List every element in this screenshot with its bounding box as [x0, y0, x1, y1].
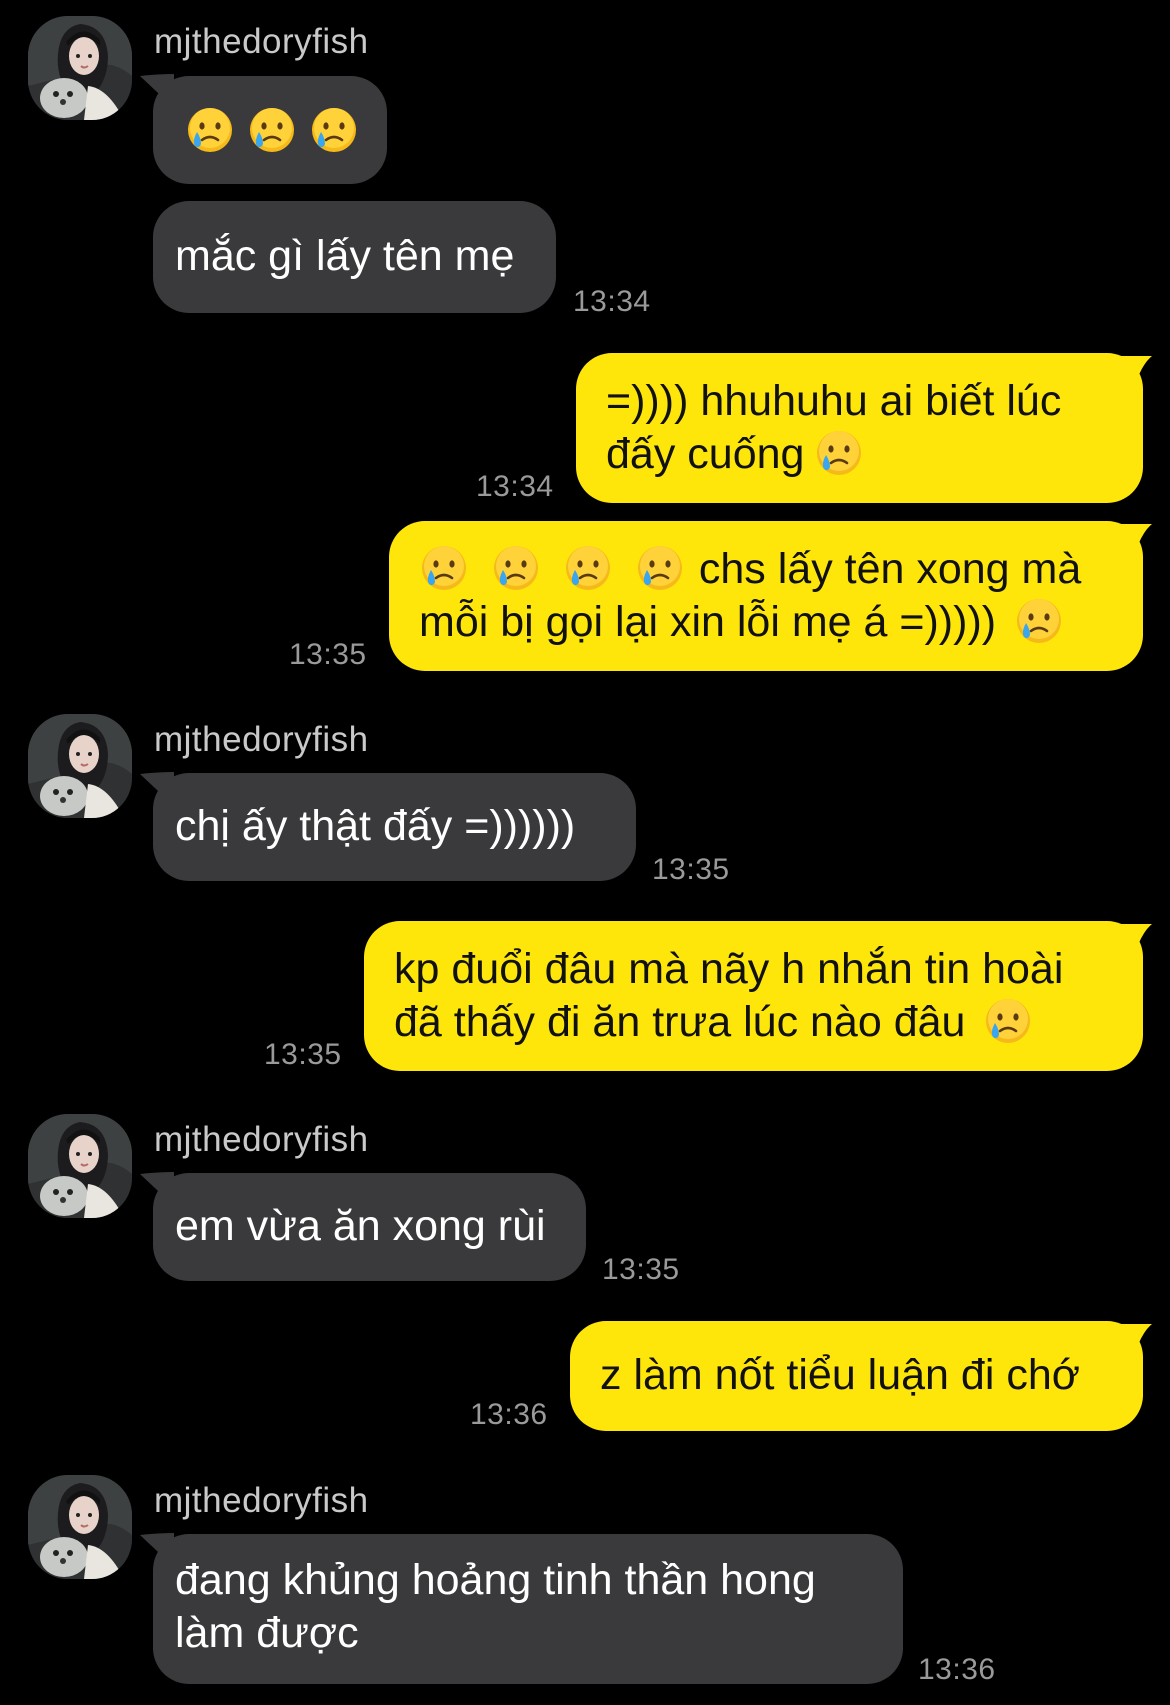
- message-bubble-3[interactable]: =)))) hhuhuhu ai biết lúc đấy cuống: [576, 353, 1143, 503]
- timestamp: 13:35: [652, 853, 730, 886]
- message-line: làm được: [175, 1609, 359, 1657]
- message-line: kp đuổi đâu mà nãy h nhắn tin hoài: [394, 945, 1064, 993]
- timestamp: 13:34: [476, 470, 554, 503]
- crying-face-emoji-icon: [814, 428, 864, 478]
- bubble-tail: [1118, 524, 1152, 558]
- message-line-with-emoji: đấy cuống: [606, 428, 1113, 481]
- bubble-tail: [1118, 924, 1152, 958]
- sender-name: mjthedoryfish: [154, 22, 369, 61]
- sender-name: mjthedoryfish: [154, 1481, 369, 1520]
- message-text: mắc gì lấy tên mẹ: [175, 232, 515, 280]
- crying-face-emoji-icon: [185, 105, 235, 155]
- emoji-row: [175, 76, 365, 184]
- bubble-tail: [1118, 356, 1152, 390]
- message-line-with-emoji: đã thấy đi ăn trưa lúc nào đâu: [394, 996, 1113, 1049]
- message-bubble-9[interactable]: đang khủng hoảng tinh thần hong làm được: [153, 1534, 903, 1684]
- timestamp: 13:36: [470, 1398, 548, 1431]
- message-bubble-2[interactable]: mắc gì lấy tên mẹ: [153, 201, 556, 313]
- timestamp: 13:35: [289, 638, 367, 671]
- bubble-tail: [1118, 1324, 1152, 1358]
- avatar[interactable]: [28, 16, 132, 120]
- message-line: đang khủng hoảng tinh thần hong: [175, 1556, 816, 1604]
- message-bubble-4[interactable]: chs lấy tên xong mà mỗi bị gọi lại xin l…: [389, 521, 1143, 671]
- avatar[interactable]: [28, 1475, 132, 1579]
- message-line-with-emoji: chs lấy tên xong mà: [419, 543, 1113, 596]
- crying-face-emoji-icon: [247, 105, 297, 155]
- message-line-text: chs lấy tên xong mà: [698, 545, 1082, 593]
- message-line-text: đã thấy đi ăn trưa lúc nào đâu: [394, 998, 966, 1046]
- message-line-text: mỗi bị gọi lại xin lỗi mẹ á =))))): [419, 598, 997, 646]
- message-bubble-7[interactable]: em vừa ăn xong rùi: [153, 1173, 586, 1281]
- message-text: em vừa ăn xong rùi: [175, 1202, 546, 1250]
- crying-face-emoji-icon: [983, 996, 1033, 1046]
- message-bubble-8[interactable]: z làm nốt tiểu luận đi chớ: [570, 1321, 1143, 1431]
- message-line-with-emoji: mỗi bị gọi lại xin lỗi mẹ á =))))): [419, 596, 1113, 649]
- timestamp: 13:34: [573, 285, 651, 318]
- timestamp: 13:35: [264, 1038, 342, 1071]
- timestamp: 13:36: [918, 1653, 996, 1686]
- sender-name: mjthedoryfish: [154, 720, 369, 759]
- message-text: z làm nốt tiểu luận đi chớ: [600, 1351, 1080, 1399]
- crying-face-emoji-icon: [635, 543, 685, 593]
- message-bubble-5[interactable]: chị ấy thật đấy =)))))): [153, 773, 636, 881]
- timestamp: 13:35: [602, 1253, 680, 1286]
- crying-face-emoji-icon: [491, 543, 541, 593]
- message-line: =)))) hhuhuhu ai biết lúc: [606, 377, 1062, 425]
- crying-face-emoji-icon: [563, 543, 613, 593]
- crying-face-emoji-icon: [309, 105, 359, 155]
- avatar[interactable]: [28, 714, 132, 818]
- message-text: chị ấy thật đấy =)))))): [175, 802, 576, 850]
- message-line-text: đấy cuống: [606, 430, 805, 478]
- sender-name: mjthedoryfish: [154, 1120, 369, 1159]
- crying-face-emoji-icon: [1014, 596, 1064, 646]
- crying-face-emoji-icon: [419, 543, 469, 593]
- avatar[interactable]: [28, 1114, 132, 1218]
- message-bubble-6[interactable]: kp đuổi đâu mà nãy h nhắn tin hoài đã th…: [364, 921, 1143, 1071]
- message-bubble-1[interactable]: [153, 76, 387, 184]
